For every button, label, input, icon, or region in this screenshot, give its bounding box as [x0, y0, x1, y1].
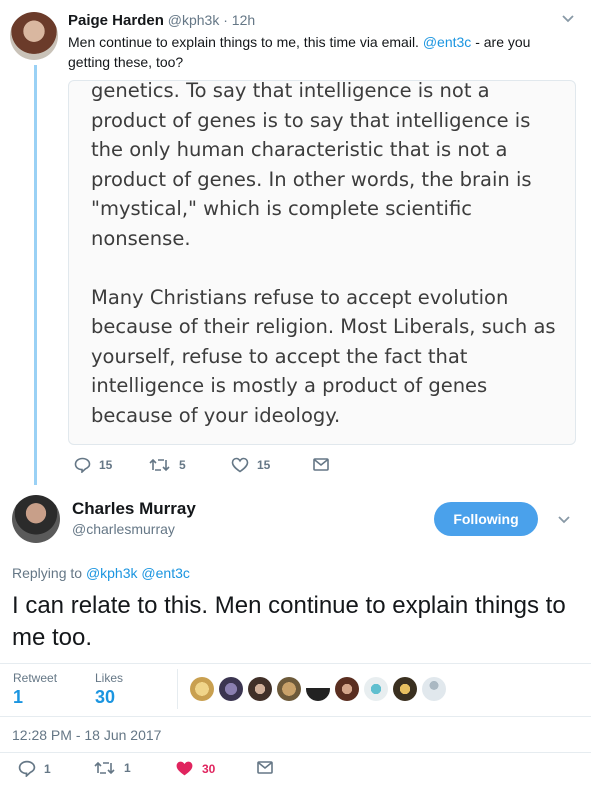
divider	[0, 752, 591, 753]
image-text: genetics. To say that intelligence is no…	[91, 80, 556, 427]
replying-to: Replying to @kph3k @ent3c	[12, 565, 190, 581]
liker-avatar[interactable]	[393, 677, 417, 701]
retweet-stat[interactable]: Retweet 1	[13, 671, 57, 708]
charles-murray-avatar[interactable]	[12, 495, 60, 543]
like-action[interactable]: 15	[231, 457, 270, 473]
author-name[interactable]: Paige Harden	[68, 12, 164, 29]
thread-line	[34, 65, 37, 485]
reply-icon	[18, 760, 36, 777]
tweet-time[interactable]: · 12h	[223, 12, 255, 28]
retweet-icon	[149, 458, 170, 472]
retweet-action[interactable]: 5	[149, 457, 186, 473]
like-action[interactable]: 30	[175, 760, 215, 777]
tweet-header: Paige Harden @kph3k · 12h	[68, 12, 255, 29]
retweet-icon	[94, 761, 115, 775]
liker-avatar[interactable]	[335, 677, 359, 701]
liker-avatar[interactable]	[248, 677, 272, 701]
divider	[177, 669, 178, 709]
heart-icon	[176, 761, 193, 776]
author-handle[interactable]: @kph3k	[168, 12, 220, 28]
following-button[interactable]: Following	[434, 502, 538, 536]
liker-avatar[interactable]	[190, 677, 214, 701]
tweet-text: Men continue to explain things to me, th…	[68, 34, 531, 70]
message-action[interactable]	[257, 761, 281, 774]
replying-to-link-2[interactable]: @ent3c	[141, 565, 189, 581]
liker-avatar[interactable]	[277, 677, 301, 701]
reply-action[interactable]: 1	[18, 760, 51, 777]
chevron-down-icon[interactable]	[557, 515, 571, 525]
liker-avatar[interactable]	[364, 677, 388, 701]
mail-icon	[313, 458, 329, 471]
liker-avatar[interactable]	[219, 677, 243, 701]
replying-to-link-1[interactable]: @kph3k	[86, 565, 138, 581]
heart-icon	[231, 457, 249, 473]
attached-image[interactable]: genetics. To say that intelligence is no…	[68, 80, 576, 445]
retweet-action[interactable]: 1	[94, 760, 131, 776]
mention-link[interactable]: @ent3c	[423, 34, 471, 50]
likes-stat[interactable]: Likes 30	[95, 671, 123, 708]
reply-timestamp[interactable]: 12:28 PM - 18 Jun 2017	[12, 727, 161, 743]
chevron-down-icon[interactable]	[561, 14, 575, 24]
mail-icon	[257, 761, 273, 774]
reply-icon	[74, 457, 91, 473]
liker-avatar[interactable]	[306, 677, 330, 701]
reply-author-name[interactable]: Charles Murray	[72, 499, 196, 519]
liker-avatar[interactable]	[422, 677, 446, 701]
message-action[interactable]	[313, 458, 337, 471]
reply-text: I can relate to this. Men continue to ex…	[12, 592, 566, 651]
reply-author-handle[interactable]: @charlesmurray	[72, 521, 175, 537]
divider	[0, 663, 591, 664]
paige-harden-avatar[interactable]	[10, 12, 58, 60]
divider	[0, 716, 591, 717]
reply-action[interactable]: 15	[74, 457, 112, 473]
